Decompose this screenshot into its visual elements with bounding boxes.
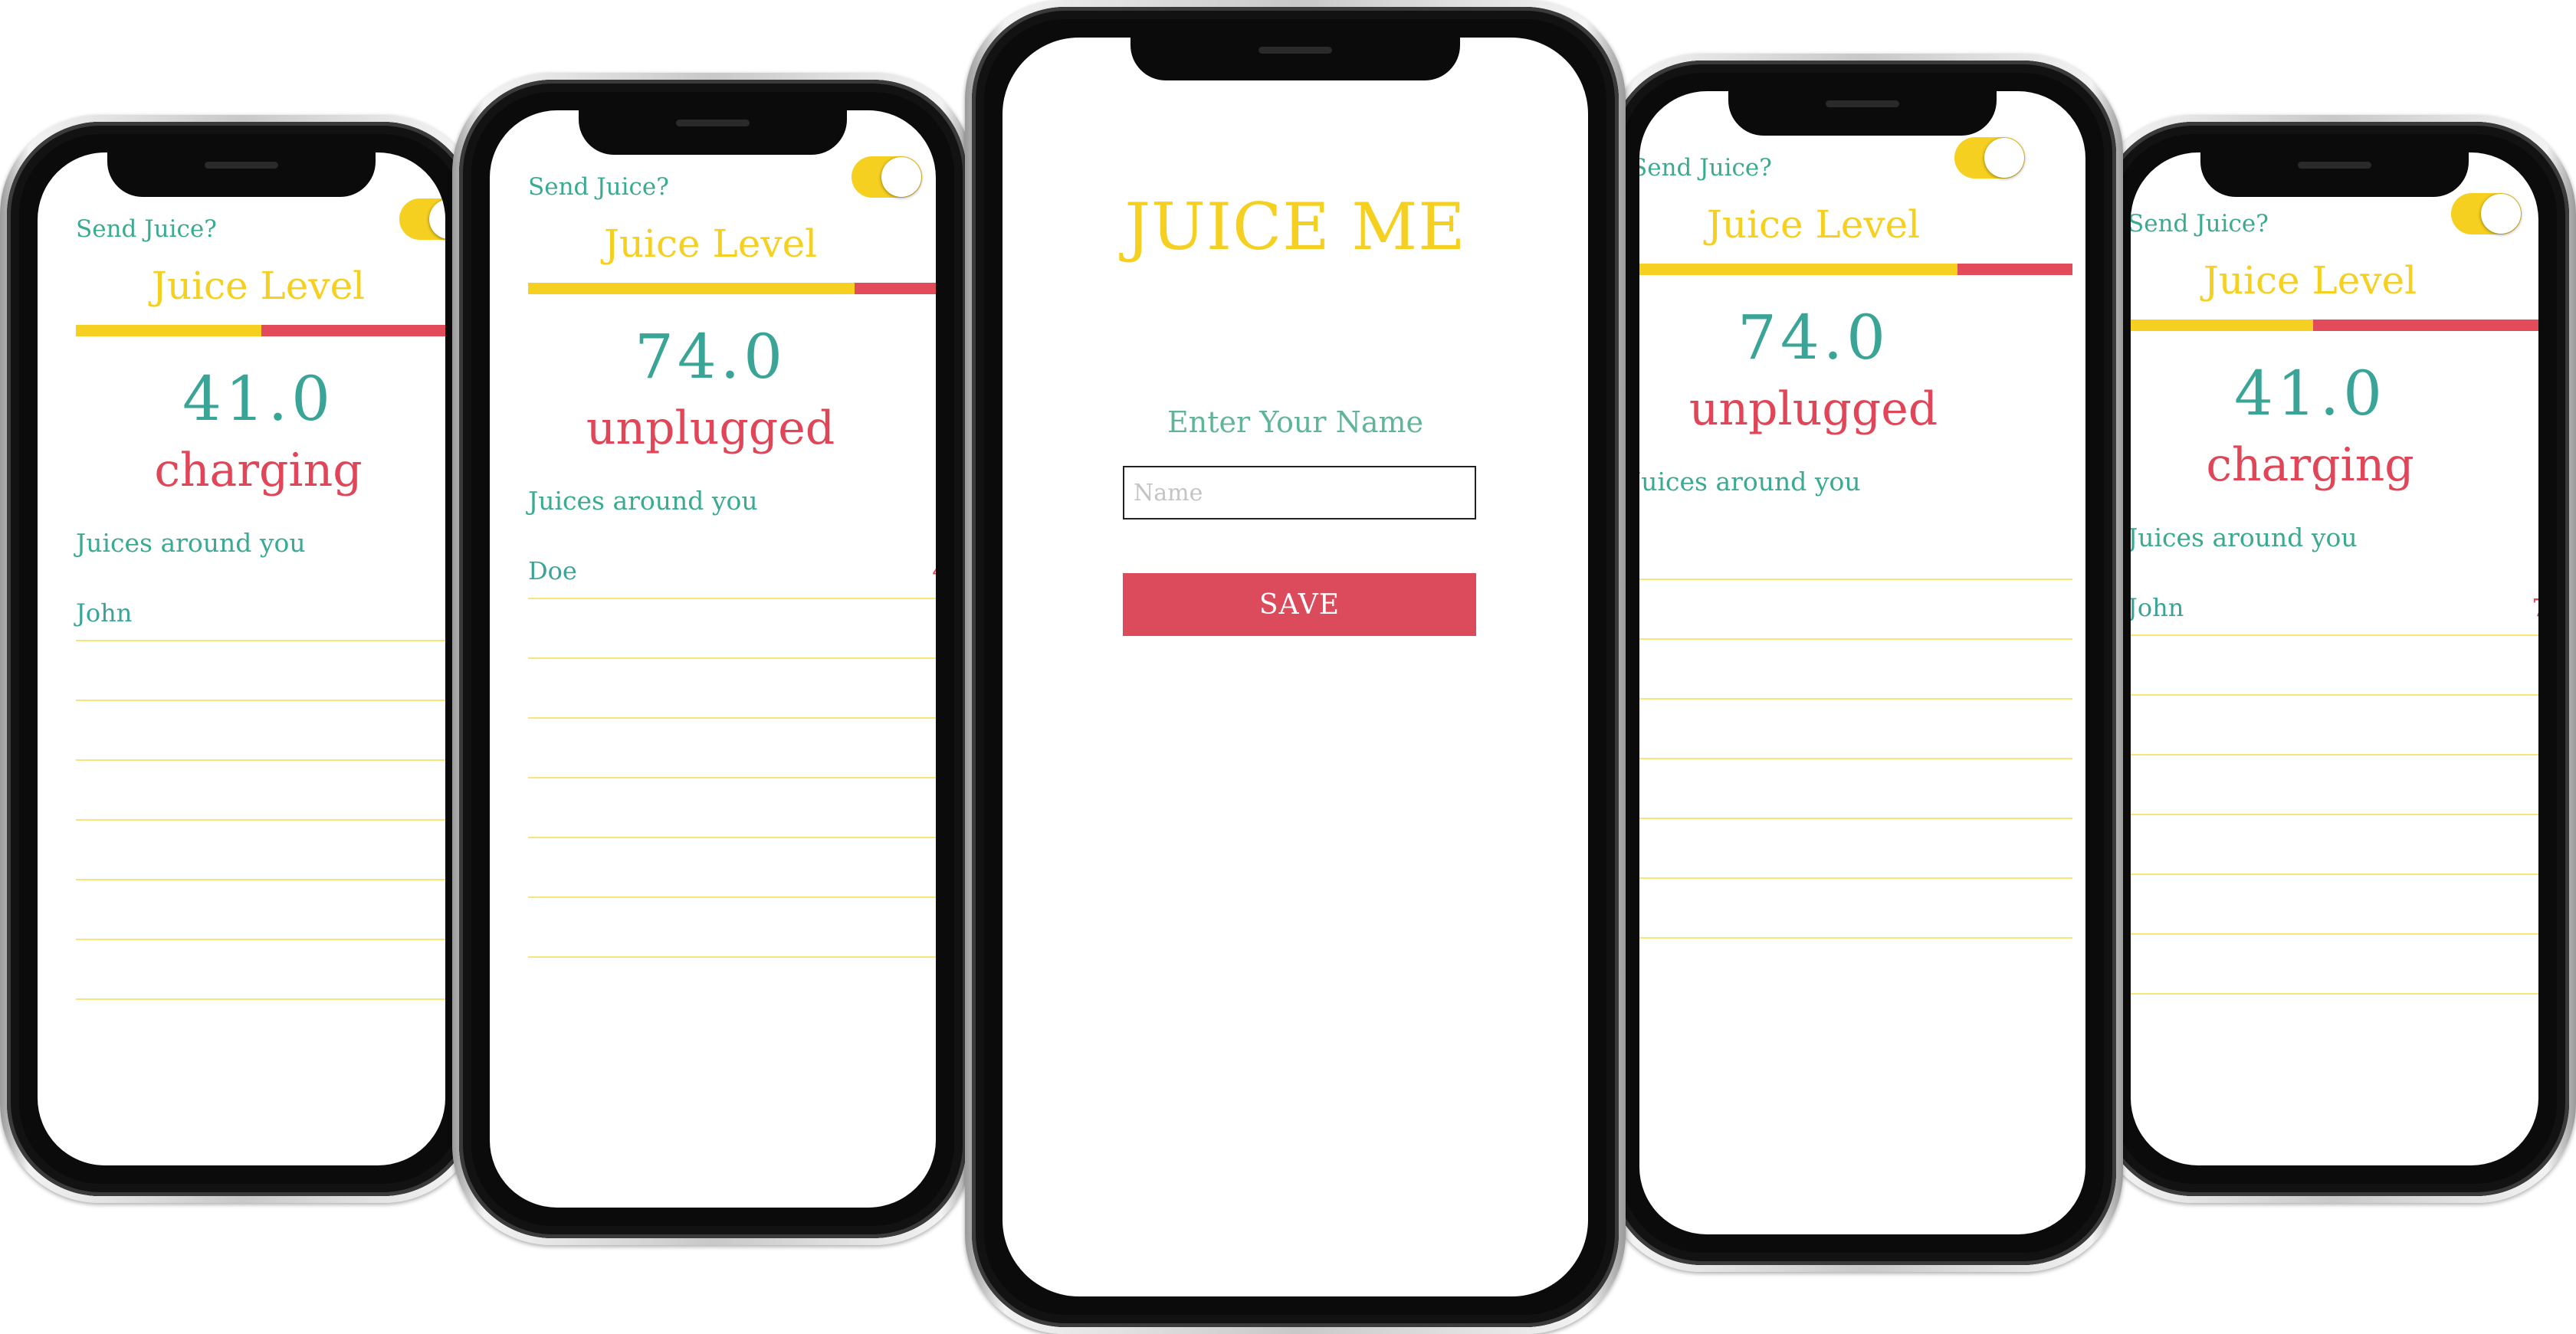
charging-status: charging — [154, 444, 363, 497]
juice-level-value: 41.0 — [2233, 358, 2387, 429]
juice-level-bar-fill — [76, 325, 261, 336]
row-user-name: John — [2131, 593, 2184, 622]
juice-list-row — [528, 599, 936, 659]
juice-list-row: John74 — [76, 582, 445, 641]
juice-level-bar-fill — [1639, 264, 1958, 275]
juice-list-row — [2131, 636, 2538, 696]
juice-level-title: Juice Level — [603, 221, 818, 266]
charging-status: charging — [2206, 438, 2414, 492]
phone-mid-right: Send Juice? Juice Level 74.0 unplugged J… — [1602, 54, 2123, 1272]
juice-list-row — [528, 659, 936, 719]
juice-level-bar — [76, 325, 445, 336]
juice-level-bar — [2131, 320, 2538, 331]
row-user-name: Doe — [528, 556, 577, 585]
phone-notch — [1130, 38, 1460, 80]
juice-list-row — [1639, 759, 2072, 819]
juice-list-row — [76, 821, 445, 880]
phone-screen: Send Juice? Juice Level 41.0 charging Ju… — [38, 152, 445, 1165]
juices-around-title: Juices around you — [1639, 467, 1861, 497]
phone-far-left: Send Juice? Juice Level 41.0 charging Ju… — [0, 115, 483, 1203]
juices-list — [1639, 520, 2072, 939]
juice-list-row — [1639, 580, 2072, 640]
juice-level-bar-fill — [2131, 320, 2313, 331]
charging-status: unplugged — [1688, 382, 1938, 436]
juice-level-value: 41.0 — [182, 363, 335, 434]
juice-list-row — [76, 761, 445, 821]
phone-screen: Send Juice? Juice Level 74.0 unplugged J… — [490, 110, 936, 1208]
juice-list-row — [76, 701, 445, 761]
send-juice-toggle[interactable] — [2451, 193, 2522, 234]
juice-list-row — [76, 880, 445, 940]
toggle-knob — [2481, 194, 2521, 234]
juice-level-title: Juice Level — [1706, 202, 1921, 247]
juice-list-row — [2131, 755, 2538, 815]
juice-list-row — [1639, 879, 2072, 939]
juice-level-value: 74.0 — [634, 321, 787, 392]
phone-screen: JUICE ME Enter Your Name SAVE — [1003, 38, 1588, 1296]
phone-mid-left: Send Juice? Juice Level 74.0 unplugged J… — [452, 73, 973, 1245]
juice-list-row — [1639, 640, 2072, 700]
send-juice-label: Send Juice? — [76, 215, 217, 243]
juices-around-title: Juices around you — [76, 528, 306, 558]
juice-level-value: 74.0 — [1737, 302, 1890, 373]
toggle-knob — [429, 199, 445, 239]
enter-name-prompt: Enter Your Name — [1167, 405, 1424, 439]
juice-level-bar-fill — [528, 283, 855, 294]
juice-list-row: John 74 — [2131, 576, 2538, 636]
juice-list-row — [528, 838, 936, 898]
row-user-name: John — [76, 598, 133, 628]
juices-list: John74 — [76, 582, 445, 1000]
juice-list-row — [2131, 935, 2538, 995]
send-juice-label: Send Juice? — [528, 173, 669, 201]
juice-list-row — [76, 940, 445, 1000]
juice-list-row — [1639, 700, 2072, 759]
phone-center: JUICE ME Enter Your Name SAVE — [965, 0, 1626, 1334]
juice-list-row — [76, 641, 445, 701]
name-input[interactable] — [1123, 466, 1476, 520]
phone-notch — [1728, 91, 1997, 136]
toggle-knob — [1984, 138, 2024, 178]
app-title: JUICE ME — [1124, 189, 1466, 264]
juice-list-row — [528, 719, 936, 778]
juices-list: John 74 — [2131, 576, 2538, 995]
send-juice-label: Send Juice? — [1639, 154, 1772, 182]
juice-list-row — [2131, 696, 2538, 755]
juices-list: Doe 41 — [528, 539, 936, 958]
juice-list-row — [528, 898, 936, 958]
phone-notch — [579, 110, 847, 155]
juice-level-title: Juice Level — [151, 264, 366, 308]
juice-list-row — [1639, 520, 2072, 580]
juice-level-bar — [528, 283, 936, 294]
juice-level-title: Juice Level — [2203, 258, 2417, 303]
phone-far-right: Send Juice? Juice Level 41.0 charging Ju… — [2093, 115, 2576, 1203]
phone-screen: Send Juice? Juice Level 41.0 charging Ju… — [2131, 152, 2538, 1165]
juice-list-row: Doe 41 — [528, 539, 936, 599]
phone-notch — [107, 152, 376, 197]
row-juice-value: 74 — [2532, 593, 2538, 622]
send-juice-toggle[interactable] — [399, 198, 445, 240]
juice-list-row — [2131, 815, 2538, 875]
juices-around-title: Juices around you — [2131, 523, 2358, 552]
row-juice-value: 41 — [932, 556, 936, 585]
save-button[interactable]: SAVE — [1123, 573, 1476, 636]
phone-notch — [2200, 152, 2469, 197]
phone-screen: Send Juice? Juice Level 74.0 unplugged J… — [1639, 91, 2085, 1234]
toggle-knob — [881, 157, 921, 197]
juice-level-bar — [1639, 264, 2072, 275]
juice-list-row — [2131, 875, 2538, 935]
send-juice-toggle[interactable] — [852, 156, 922, 198]
charging-status: unplugged — [586, 402, 835, 455]
juice-list-row — [1639, 819, 2072, 879]
juices-around-title: Juices around you — [528, 486, 758, 516]
send-juice-toggle[interactable] — [1954, 137, 2025, 179]
juice-list-row — [528, 778, 936, 838]
send-juice-label: Send Juice? — [2131, 210, 2269, 238]
